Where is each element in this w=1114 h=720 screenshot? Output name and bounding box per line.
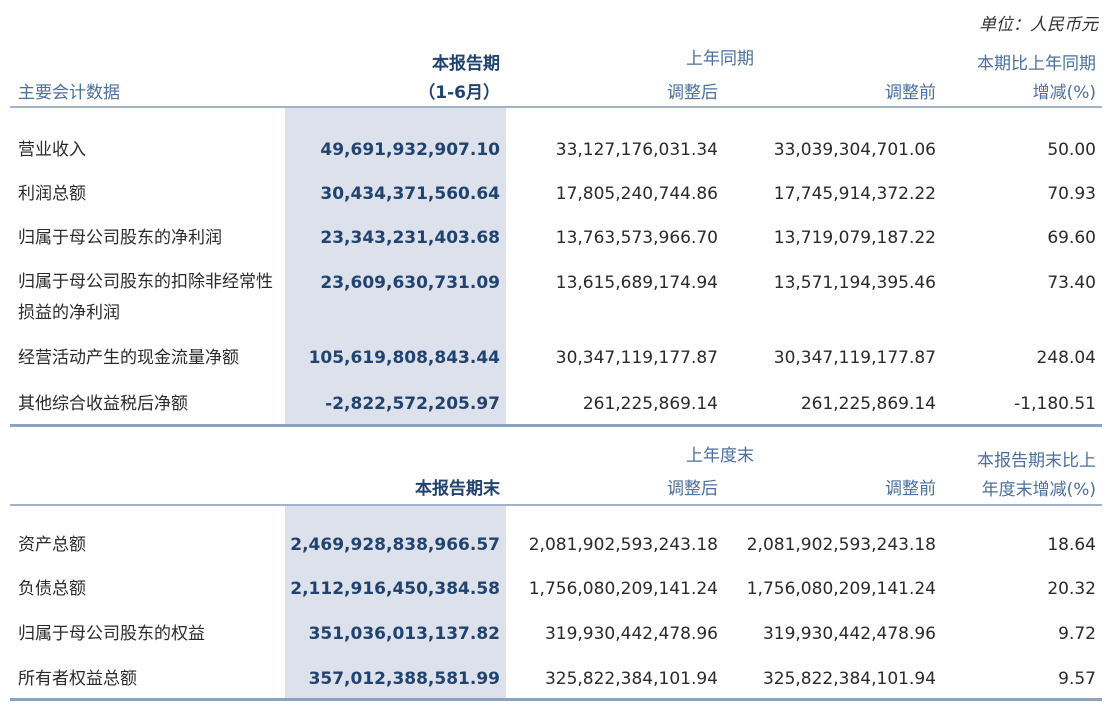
- row-current: 357,012,388,581.99: [308, 669, 500, 689]
- row-change: 248.04: [1036, 348, 1096, 368]
- header-current-line2: （1-6月）: [418, 83, 500, 103]
- header-rule-2: [10, 504, 1102, 506]
- row-current: 23,609,630,731.09: [320, 273, 500, 293]
- row-after: 33,127,176,031.34: [555, 140, 718, 160]
- row-current: 30,434,371,560.64: [320, 184, 500, 204]
- row-current: 2,469,928,838,966.57: [290, 535, 500, 555]
- row-before: 13,719,079,187.22: [773, 228, 936, 248]
- unit-label: 单位：人民币元: [979, 15, 1098, 35]
- row-label: 归属于母公司股东的净利润: [18, 228, 222, 248]
- header-adjusted-before: 调整前: [885, 83, 936, 103]
- row-after: 13,615,689,174.94: [555, 273, 718, 293]
- row-before: 33,039,304,701.06: [773, 140, 936, 160]
- row-after: 261,225,869.14: [582, 394, 718, 414]
- header-adjusted-after: 调整后: [667, 83, 718, 103]
- header-rule-1: [10, 106, 1102, 108]
- header-change-line1: 本期比上年同期: [977, 54, 1096, 74]
- row-current: 49,691,932,907.10: [320, 140, 500, 160]
- row-current: 351,036,013,137.82: [308, 624, 500, 644]
- bottom-rule: [10, 698, 1102, 701]
- row-change: 50.00: [1047, 140, 1096, 160]
- row-label: 资产总额: [18, 535, 86, 555]
- row-before: 325,822,384,101.94: [762, 669, 936, 689]
- row-before: 30,347,119,177.87: [773, 348, 936, 368]
- row-current: 23,343,231,403.68: [320, 228, 500, 248]
- row-change: 20.32: [1047, 579, 1096, 599]
- header2-adjusted-after: 调整后: [667, 479, 718, 499]
- header2-current: 本报告期末: [415, 479, 500, 499]
- header2-change-line2: 年度末增减(%): [981, 480, 1096, 500]
- header2-adjusted-before: 调整前: [885, 479, 936, 499]
- row-change: 69.60: [1047, 228, 1096, 248]
- row-after: 1,756,080,209,141.24: [528, 579, 718, 599]
- row-change: 9.57: [1058, 669, 1096, 689]
- row-current: 105,619,808,843.44: [308, 348, 500, 368]
- row-before: 261,225,869.14: [800, 394, 936, 414]
- header-change-line2: 增减(%): [1032, 83, 1096, 103]
- row-change: 73.40: [1047, 273, 1096, 293]
- row-change: -1,180.51: [1014, 394, 1096, 414]
- row-before: 17,745,914,372.22: [773, 184, 936, 204]
- row-current: -2,822,572,205.97: [325, 394, 500, 414]
- row-after: 30,347,119,177.87: [555, 348, 718, 368]
- row-change: 9.72: [1058, 624, 1096, 644]
- row-after: 2,081,902,593,243.18: [528, 535, 718, 555]
- row-label: 利润总额: [18, 184, 86, 204]
- row-before: 13,571,194,395.46: [773, 273, 936, 293]
- header-label: 主要会计数据: [18, 83, 120, 103]
- row-label: 所有者权益总额: [18, 669, 137, 689]
- row-after: 17,805,240,744.86: [555, 184, 718, 204]
- row-label: 归属于母公司股东的扣除非经常性损益的净利润: [18, 272, 273, 323]
- row-after: 325,822,384,101.94: [544, 669, 718, 689]
- row-after: 13,763,573,966.70: [555, 228, 718, 248]
- row-label: 归属于母公司股东的权益: [18, 624, 205, 644]
- header-current-line1: 本报告期: [432, 54, 500, 74]
- row-label: 其他综合收益税后净额: [18, 394, 188, 414]
- row-label: 营业收入: [18, 140, 86, 160]
- section-divider: [10, 424, 1102, 427]
- row-label: 负债总额: [18, 579, 86, 599]
- row-before: 319,930,442,478.96: [762, 624, 936, 644]
- row-after: 319,930,442,478.96: [544, 624, 718, 644]
- header2-prior-group: 上年度末: [686, 446, 754, 466]
- row-label: 经营活动产生的现金流量净额: [18, 348, 239, 368]
- row-change: 70.93: [1047, 184, 1096, 204]
- header2-change-line1: 本报告期末比上: [977, 451, 1096, 471]
- row-current: 2,112,916,450,384.58: [290, 579, 500, 599]
- row-before: 2,081,902,593,243.18: [746, 535, 936, 555]
- row-before: 1,756,080,209,141.24: [746, 579, 936, 599]
- header-prior-group: 上年同期: [686, 49, 754, 69]
- row-change: 18.64: [1047, 535, 1096, 555]
